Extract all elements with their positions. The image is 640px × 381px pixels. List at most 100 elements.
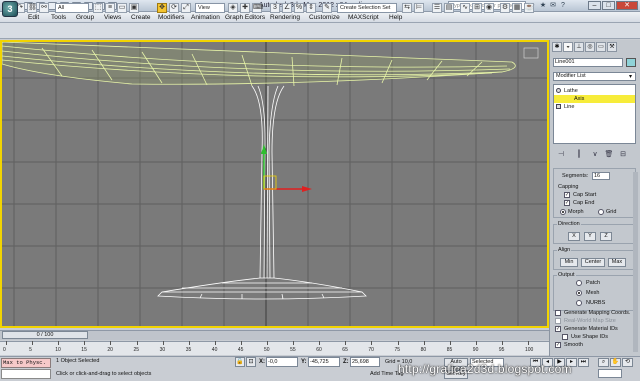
pivot-point-icon[interactable]: ◈ [228,3,238,13]
cap-start-checkbox[interactable]: ✓ [564,192,570,198]
schematic-view-icon[interactable]: ⊞ [472,3,482,13]
viewcube[interactable] [523,47,539,59]
select-and-rotate-icon[interactable]: ⟳ [169,3,179,13]
stack-item-lathe[interactable]: Lathe [554,87,635,95]
generate-mapping-checkbox[interactable] [555,310,561,316]
z-coordinate-field[interactable]: 25,698 [350,357,380,367]
segments-spinner[interactable]: 16 [592,172,610,180]
modifier-stack[interactable]: Lathe Axis Line [553,84,636,144]
mesh-radio[interactable] [576,290,582,296]
stack-item-line[interactable]: Line [554,103,635,111]
current-frame-field[interactable] [598,369,622,378]
menu-group[interactable]: Group [76,14,94,21]
remove-modifier-icon[interactable]: 🗑 [604,150,614,160]
nurbs-radio[interactable] [576,300,582,306]
object-name-field[interactable]: Line001 [553,58,623,67]
app-logo-icon[interactable]: 3 [2,1,18,17]
named-selection-set-combo[interactable]: Create Selection Set [337,3,397,13]
pin-stack-icon[interactable]: ⊣ [556,150,566,160]
menu-tools[interactable]: Tools [51,14,66,21]
menu-animation[interactable]: Animation [191,14,220,21]
material-editor-icon[interactable]: ◉ [484,3,494,13]
layer-manager-icon[interactable]: ☰ [432,3,442,13]
snaps-toggle-icon[interactable]: 3 [270,3,280,13]
menu-edit[interactable]: Edit [28,14,39,21]
mirror-icon[interactable]: ⇆ [402,3,412,13]
use-shape-ids-checkbox[interactable] [562,334,568,340]
selection-filter-combo[interactable]: All [55,3,89,13]
graphite-ribbon-icon[interactable]: ▤ [444,3,454,13]
pan-icon[interactable]: ✋ [610,358,621,367]
help-icon[interactable]: ? [559,2,567,10]
window-crossing-icon[interactable]: ▣ [129,3,139,13]
link-icon[interactable]: ⛓ [27,3,37,13]
go-to-end-icon[interactable]: ⏭ [578,358,589,367]
motion-tab-icon[interactable]: ◎ [585,42,595,52]
maximize-button[interactable]: □ [602,1,615,10]
close-button[interactable]: ✕ [616,1,638,10]
menu-modifiers[interactable]: Modifiers [158,14,184,21]
menu-create[interactable]: Create [131,14,151,21]
reference-coordinate-combo[interactable]: View [195,3,225,13]
lock-selection-icon[interactable]: 🔒 [235,357,245,367]
object-color-swatch[interactable] [626,58,636,67]
align-icon[interactable]: ⊨ [414,3,424,13]
hierarchy-tab-icon[interactable]: ⊥ [574,42,584,52]
minimize-button[interactable]: – [588,1,601,10]
grid-radio[interactable] [598,209,604,215]
select-by-name-icon[interactable]: ≡ [105,3,115,13]
command-panel-scrollbar[interactable] [633,172,638,352]
menu-views[interactable]: Views [104,14,121,21]
absolute-relative-icon[interactable]: ⊡ [246,357,256,367]
communication-icon[interactable]: ✉ [549,2,557,10]
manipulate-icon[interactable]: ✚ [240,3,250,13]
select-and-move-icon[interactable]: ✥ [157,3,167,13]
orbit-icon[interactable]: ⟲ [622,358,633,367]
rectangle-selection-icon[interactable]: ▭ [117,3,127,13]
maxscript-listener-field[interactable]: Max to Physc. [1,358,51,368]
render-production-icon[interactable]: ☕ [524,3,534,13]
spinner-snap-icon[interactable]: ⇕ [306,3,316,13]
menu-customize[interactable]: Customize [309,14,340,21]
perspective-viewport[interactable] [0,40,549,328]
lightbulb-icon[interactable] [556,88,561,93]
percent-snap-icon[interactable]: % [294,3,304,13]
x-coordinate-field[interactable]: -0,0 [266,357,298,367]
show-end-result-icon[interactable]: ┃ [574,150,584,160]
rendered-frame-window-icon[interactable]: ▦ [512,3,522,13]
modifier-list-dropdown[interactable]: Modifier List [553,72,636,81]
angle-snap-icon[interactable]: ∠ [282,3,292,13]
align-center-button[interactable]: Center [581,258,605,267]
menu-rendering[interactable]: Rendering [270,14,300,21]
subscription-icon[interactable]: ★ [539,2,547,10]
zoom-icon[interactable]: ⌕ [598,358,609,367]
morph-radio[interactable] [560,209,566,215]
menu-maxscript[interactable]: MAXScript [348,14,379,21]
menu-help[interactable]: Help [389,14,402,21]
select-and-scale-icon[interactable]: ⤢ [181,3,191,13]
tabletop-wireframe[interactable] [2,42,516,87]
configure-modifier-sets-icon[interactable]: ⊟ [618,150,628,160]
cap-end-checkbox[interactable]: ✓ [564,200,570,206]
make-unique-icon[interactable]: ∨ [590,150,600,160]
render-setup-icon[interactable]: ⚙ [500,3,510,13]
align-min-button[interactable]: Min [560,258,578,267]
patch-radio[interactable] [576,280,582,286]
modify-tab-icon[interactable]: ◒ [563,42,573,52]
select-object-icon[interactable]: ⬚ [93,3,103,13]
create-tab-icon[interactable]: ✱ [552,42,562,52]
direction-z-button[interactable]: Z [600,232,612,241]
chevron-down-icon[interactable]: ▾ [629,73,632,80]
curve-editor-icon[interactable]: ∿ [460,3,470,13]
maxscript-output-field[interactable] [1,369,51,379]
smooth-checkbox[interactable]: ✓ [555,342,561,348]
utilities-tab-icon[interactable]: ⚒ [607,42,617,52]
viewport-canvas[interactable] [2,42,547,326]
edit-named-selection-icon[interactable]: ✎ [322,3,332,13]
generate-material-ids-checkbox[interactable]: ✓ [555,326,561,332]
unlink-icon[interactable]: ⚯ [39,3,49,13]
direction-x-button[interactable]: X [568,232,580,241]
keyboard-shortcut-icon[interactable]: ⌨ [252,3,263,13]
y-coordinate-field[interactable]: -45,725 [308,357,340,367]
time-slider-thumb[interactable]: 0 / 100 [2,331,88,339]
